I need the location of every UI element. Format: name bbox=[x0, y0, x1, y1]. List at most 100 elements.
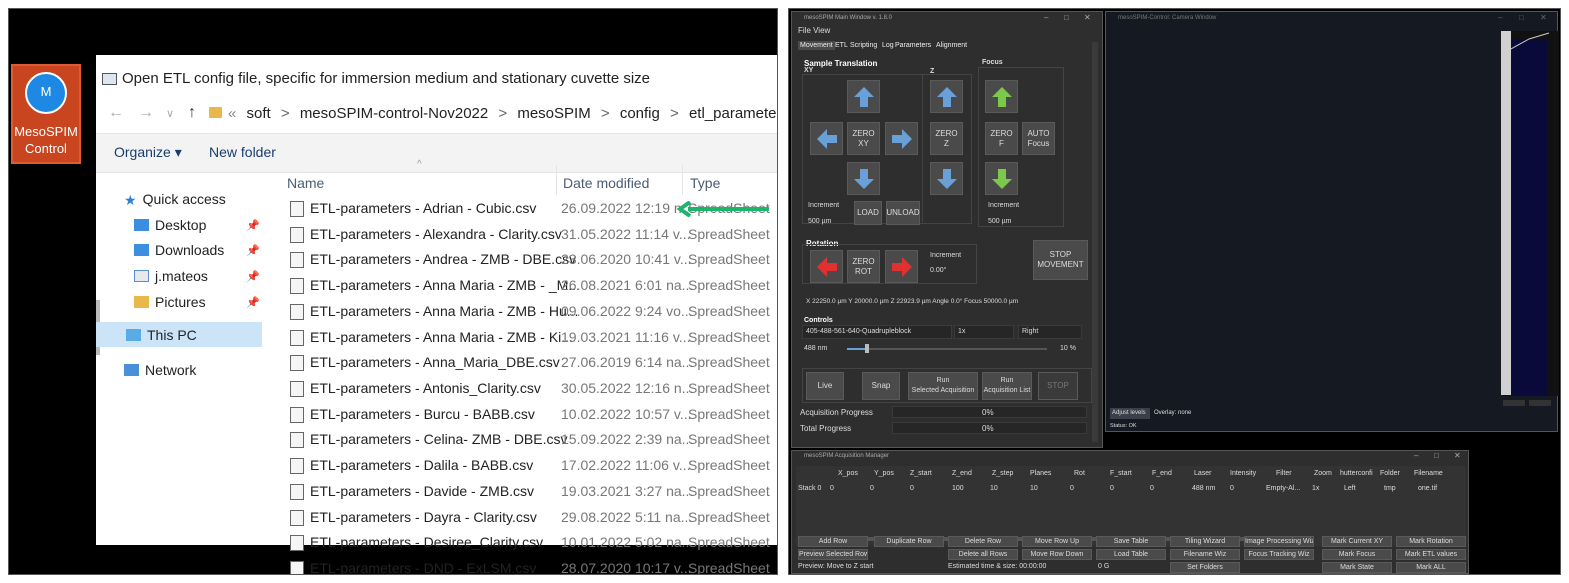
tab-alignment[interactable]: Alignment bbox=[936, 42, 967, 49]
table-cell[interactable]: 100 bbox=[952, 485, 964, 492]
column-divider[interactable] bbox=[682, 165, 683, 195]
column-header[interactable]: F_end bbox=[1152, 470, 1172, 477]
sidebar-item-pictures[interactable]: Pictures bbox=[134, 294, 206, 310]
column-header[interactable]: Filename bbox=[1414, 470, 1443, 477]
column-header[interactable]: F_start bbox=[1110, 470, 1132, 477]
column-header[interactable]: Z_start bbox=[910, 470, 932, 477]
breadcrumb-etl-parameters[interactable]: etl_parameters bbox=[689, 105, 777, 122]
set-folders-button[interactable]: Set Folders bbox=[1170, 562, 1240, 573]
column-header[interactable]: X_pos bbox=[838, 470, 858, 477]
breadcrumb-mesospim[interactable]: mesoSPIM bbox=[517, 105, 590, 122]
file-row[interactable]: ETL-parameters - Anna Maria - ZMB - Ki..… bbox=[284, 327, 777, 352]
column-header[interactable]: Filter bbox=[1276, 470, 1292, 477]
xy-increment-value[interactable]: 500 µm bbox=[808, 218, 832, 225]
table-cell[interactable]: 0 bbox=[1070, 485, 1074, 492]
histogram-button-left[interactable] bbox=[1503, 400, 1525, 406]
rotate-cw-button[interactable] bbox=[885, 250, 918, 283]
filename-wizard-button[interactable]: Filename Wiz bbox=[1170, 549, 1240, 560]
sidebar-item-user[interactable]: j.mateos bbox=[134, 268, 208, 284]
file-row[interactable]: ETL-parameters - Davide - ZMB.csv 19.03.2… bbox=[284, 481, 777, 506]
table-cell[interactable]: 0 bbox=[1110, 485, 1114, 492]
focus-down-button[interactable] bbox=[985, 162, 1018, 195]
close-icon[interactable]: ✕ bbox=[1540, 13, 1547, 22]
minimize-icon[interactable]: – bbox=[1498, 13, 1502, 22]
delete-row-button[interactable]: Delete Row bbox=[948, 536, 1018, 547]
histogram-levels-line[interactable] bbox=[1511, 31, 1551, 51]
new-folder-button[interactable]: New folder bbox=[209, 144, 276, 160]
file-row[interactable]: ETL-parameters - DND - ExLSM.csv 28.07.20… bbox=[284, 558, 777, 574]
run-selected-acquisition-button[interactable]: Run Selected Acquisition bbox=[908, 372, 978, 400]
focus-tracking-wizard-button[interactable]: Focus Tracking Wiz bbox=[1244, 549, 1314, 560]
file-row[interactable]: ETL-parameters - Antonis_Clarity.csv 30.0… bbox=[284, 378, 777, 403]
add-row-button[interactable]: Add Row bbox=[798, 536, 868, 547]
column-header-type[interactable]: Type bbox=[690, 175, 720, 191]
column-header[interactable]: hutterconfi bbox=[1340, 470, 1373, 477]
mark-all-button[interactable]: Mark ALL bbox=[1396, 562, 1466, 573]
move-z-up-button[interactable] bbox=[930, 80, 963, 113]
snap-button[interactable]: Snap bbox=[862, 372, 900, 400]
pin-icon[interactable]: 📌 bbox=[246, 296, 260, 309]
image-processing-wizard-button[interactable]: Image Processing Wiz bbox=[1244, 536, 1314, 547]
pin-icon[interactable]: 📌 bbox=[246, 219, 260, 232]
mark-focus-button[interactable]: Mark Focus bbox=[1322, 549, 1392, 560]
mark-state-button[interactable]: Mark State bbox=[1322, 562, 1392, 573]
maximize-icon[interactable]: □ bbox=[1064, 13, 1069, 22]
tab-log[interactable]: Log bbox=[882, 42, 894, 49]
tab-parameters[interactable]: Parameters bbox=[895, 42, 931, 49]
organize-button[interactable]: Organize ▾ bbox=[114, 144, 182, 161]
column-header[interactable]: Laser bbox=[1194, 470, 1212, 477]
table-cell[interactable]: 10 bbox=[990, 485, 998, 492]
save-table-button[interactable]: Save Table bbox=[1096, 536, 1166, 547]
breadcrumb[interactable]: « soft > mesoSPIM-control-Nov2022 > meso… bbox=[216, 105, 777, 122]
maximize-icon[interactable]: □ bbox=[1519, 13, 1524, 22]
tab-etl[interactable]: ETL bbox=[835, 42, 848, 49]
table-cell[interactable]: one.tif bbox=[1418, 485, 1437, 492]
file-row[interactable]: ETL-parameters - Anna_Maria_DBE.csv 27.06… bbox=[284, 352, 777, 377]
move-x-left-button[interactable] bbox=[810, 122, 843, 155]
zero-xy-button[interactable]: ZERO XY bbox=[847, 122, 880, 155]
close-icon[interactable]: ✕ bbox=[1084, 13, 1091, 22]
mark-etl-values-button[interactable]: Mark ETL values bbox=[1396, 549, 1466, 560]
move-y-up-button[interactable] bbox=[847, 80, 880, 113]
laser-value[interactable]: 488 nm bbox=[804, 345, 827, 352]
minimize-icon[interactable]: – bbox=[1414, 451, 1418, 460]
breadcrumb-config[interactable]: config bbox=[620, 105, 660, 122]
close-icon[interactable]: ✕ bbox=[1454, 451, 1461, 460]
zero-focus-button[interactable]: ZERO F bbox=[985, 122, 1018, 155]
mark-current-xy-button[interactable]: Mark Current XY bbox=[1322, 536, 1392, 547]
sidebar-item-desktop[interactable]: Desktop bbox=[134, 217, 206, 233]
column-header[interactable]: Y_pos bbox=[874, 470, 894, 477]
table-cell[interactable]: 10 bbox=[1030, 485, 1038, 492]
column-header-name[interactable]: Name bbox=[287, 175, 324, 191]
mesospim-desktop-shortcut[interactable]: M MesoSPIM Control bbox=[11, 64, 81, 164]
file-row[interactable]: ETL-parameters - Dayra - Clarity.csv 29.0… bbox=[284, 507, 777, 532]
sidebar-quick-access[interactable]: ★ Quick access bbox=[124, 191, 226, 208]
minimize-icon[interactable]: – bbox=[1044, 13, 1048, 22]
zero-z-button[interactable]: ZERO Z bbox=[930, 122, 963, 155]
file-row[interactable]: ETL-parameters - Andrea - ZMB - DBE.csv 2… bbox=[284, 249, 777, 274]
column-header[interactable]: Z_step bbox=[992, 470, 1013, 477]
stop-movement-button[interactable]: STOP MOVEMENT bbox=[1033, 240, 1088, 280]
up-arrow-icon[interactable]: ↑ bbox=[188, 104, 196, 122]
column-divider[interactable] bbox=[556, 165, 557, 195]
menu-bar[interactable]: File View bbox=[798, 26, 830, 35]
row-label[interactable]: Stack 0 bbox=[798, 485, 821, 492]
table-cell[interactable]: 0 bbox=[910, 485, 914, 492]
load-button[interactable]: LOAD bbox=[854, 201, 882, 225]
file-row[interactable]: ETL-parameters - Dalila - BABB.csv 17.02.… bbox=[284, 455, 777, 480]
move-z-down-button[interactable] bbox=[930, 162, 963, 195]
zero-rotation-button[interactable]: ZERO ROT bbox=[847, 250, 880, 283]
rotate-ccw-button[interactable] bbox=[810, 250, 843, 283]
file-row[interactable]: ETL-parameters - Anna Maria - ZMB - Hu..… bbox=[284, 301, 777, 326]
auto-focus-button[interactable]: AUTO Focus bbox=[1022, 122, 1055, 155]
breadcrumb-soft[interactable]: soft bbox=[247, 105, 271, 122]
table-cell[interactable]: 0 bbox=[870, 485, 874, 492]
table-cell[interactable]: 0 bbox=[830, 485, 834, 492]
run-acquisition-list-button[interactable]: Run Acquisition List bbox=[982, 372, 1032, 400]
sidebar-item-this-pc[interactable]: This PC bbox=[126, 327, 197, 343]
acquisition-table[interactable] bbox=[796, 466, 1466, 546]
stop-button[interactable]: STOP bbox=[1038, 372, 1078, 400]
breadcrumb-mesospim-control[interactable]: mesoSPIM-control-Nov2022 bbox=[300, 105, 488, 122]
duplicate-row-button[interactable]: Duplicate Row bbox=[874, 536, 944, 547]
tab-movement[interactable]: Movement bbox=[798, 41, 835, 50]
